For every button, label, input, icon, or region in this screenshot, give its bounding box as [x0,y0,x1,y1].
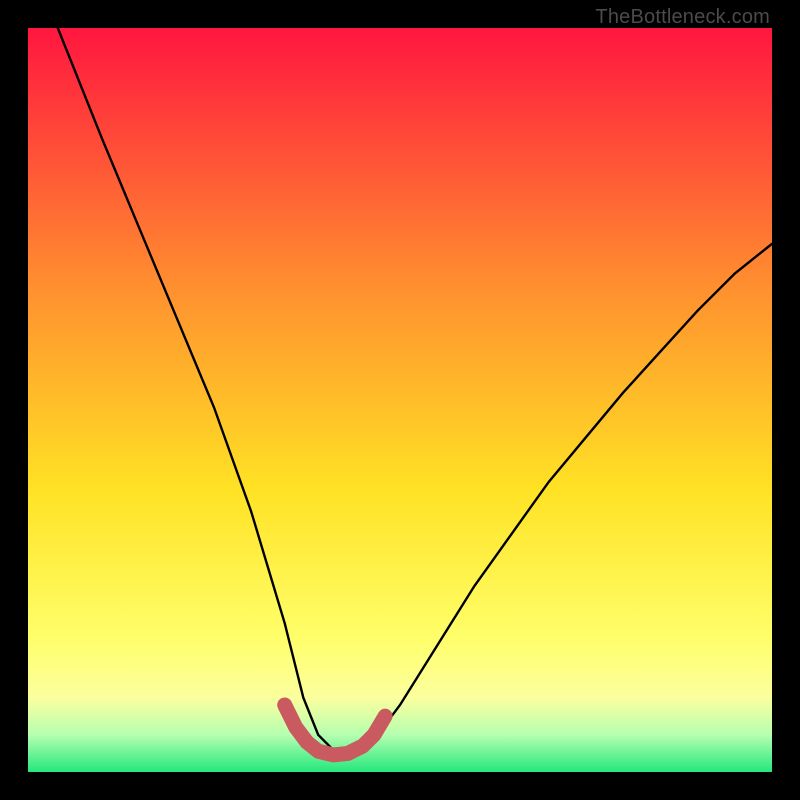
outer-frame: TheBottleneck.com [0,0,800,800]
watermark-text: TheBottleneck.com [595,6,770,29]
chart-svg [28,28,772,772]
plot-area [28,28,772,772]
bottleneck-curve [58,28,772,753]
sweet-spot-marker [285,705,385,755]
